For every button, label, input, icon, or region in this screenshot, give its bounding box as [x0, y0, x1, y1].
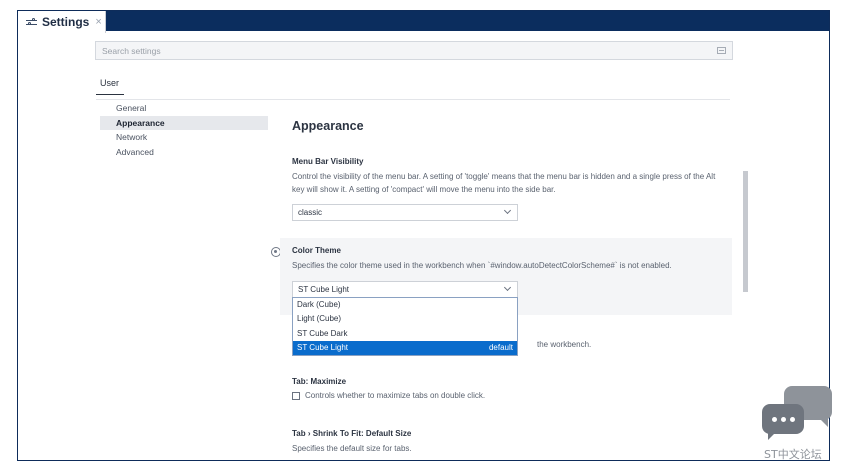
setting-description: Specifies the default size for tabs. [292, 444, 412, 453]
scrollbar-thumb[interactable] [743, 171, 748, 292]
dropdown-option-dark-cube[interactable]: Dark (Cube) [293, 298, 517, 312]
menu-bar-select[interactable]: classic [292, 204, 518, 221]
section-title: Appearance [292, 119, 364, 133]
chevron-down-icon [503, 206, 512, 215]
setting-description: Specifies the color theme used in the wo… [292, 261, 672, 270]
setting-title: Tab › Shrink To Fit: Default Size [292, 429, 412, 438]
setting-menu-bar-visibility: Menu Bar Visibility Control the visibili… [280, 157, 732, 221]
dropdown-option-st-cube-light[interactable]: ST Cube Light default [293, 340, 517, 356]
tab-bar: Settings × [18, 11, 829, 33]
checkbox-row: Controls whether to maximize tabs on dou… [280, 391, 732, 400]
settings-list: Appearance Menu Bar Visibility Control t… [280, 101, 740, 460]
settings-sliders-icon [26, 17, 37, 28]
select-value: ST Cube Light [298, 284, 349, 294]
option-label: ST Cube Light [297, 342, 348, 352]
toc-item-network[interactable]: Network [100, 130, 268, 145]
dropdown-option-light-cube[interactable]: Light (Cube) [293, 312, 517, 326]
settings-editor: Settings × User General Appearance Netwo… [17, 10, 830, 461]
setting-title: Tab: Maximize [292, 377, 347, 386]
settings-toc: General Appearance Network Advanced [100, 101, 268, 159]
tab-label: Settings [42, 15, 90, 29]
chevron-down-icon [503, 283, 512, 291]
search-input[interactable] [102, 45, 702, 56]
dropdown-option-st-cube-dark[interactable]: ST Cube Dark [293, 327, 517, 341]
filter-icon[interactable] [717, 47, 726, 54]
setting-tab-shrink-default-size: Tab › Shrink To Fit: Default Size Specif… [280, 429, 732, 460]
color-theme-dropdown: Dark (Cube) Light (Cube) ST Cube Dark ST… [292, 297, 518, 357]
setting-title: Menu Bar Visibility [292, 157, 364, 166]
checkbox-label: Controls whether to maximize tabs on dou… [305, 391, 486, 400]
maximize-checkbox[interactable] [292, 391, 300, 400]
setting-description: Control the visibility of the menu bar. … [292, 172, 716, 194]
search-box [95, 41, 733, 60]
toc-item-appearance[interactable]: Appearance [100, 115, 268, 130]
close-icon[interactable]: × [95, 16, 101, 28]
toc-item-advanced[interactable]: Advanced [100, 145, 268, 160]
color-theme-select[interactable]: ST Cube Light [292, 280, 518, 298]
setting-description-partial: the workbench. [537, 340, 592, 349]
tab-settings[interactable]: Settings × [18, 11, 106, 33]
window: Settings × User General Appearance Netwo… [0, 0, 842, 471]
scope-tab-user[interactable]: User [100, 78, 119, 88]
setting-title: Color Theme [292, 246, 341, 255]
select-value: classic [298, 208, 323, 217]
default-badge: default [488, 342, 513, 352]
setting-tab-maximize: Tab: Maximize Controls whether to maximi… [280, 377, 732, 400]
scope-tab-underline [96, 94, 124, 95]
toc-item-general[interactable]: General [100, 101, 268, 116]
watermark-text: ST中文论坛 [764, 448, 822, 461]
chat-bubble-dots-icon [762, 404, 804, 440]
divider [96, 99, 730, 100]
forum-watermark: ST中文论坛 [762, 386, 834, 462]
